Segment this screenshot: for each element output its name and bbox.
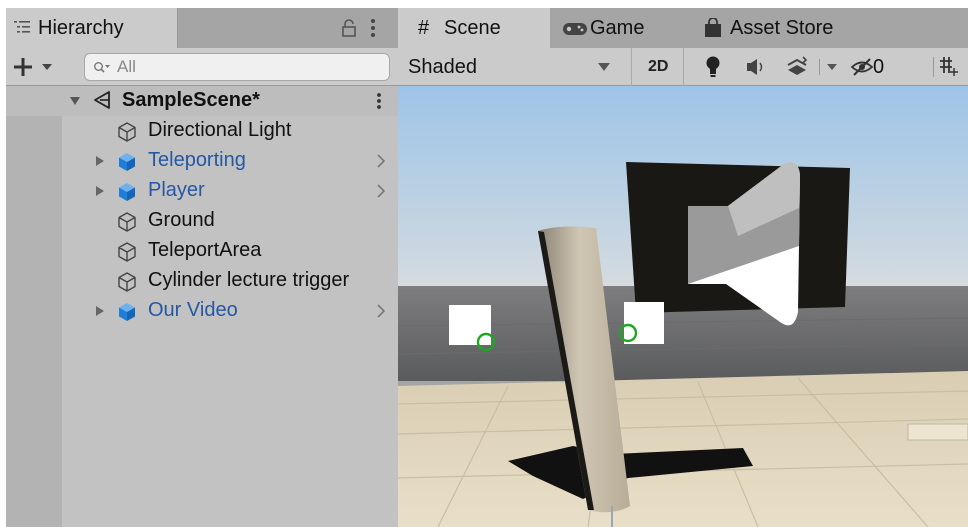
hierarchy-item-label: TeleportArea <box>148 239 262 261</box>
prefab-cube-icon <box>119 303 135 321</box>
hierarchy-item-label: Directional Light <box>148 119 292 141</box>
tab-game-label: Game <box>590 17 645 39</box>
hierarchy-tab-bar: Hierarchy <box>6 8 398 48</box>
teleport-marker-right <box>624 302 664 344</box>
collapsed-arrow-icon[interactable] <box>94 155 106 167</box>
gameobject-cube-icon <box>118 212 136 232</box>
hierarchy-item-label: Player <box>148 179 205 201</box>
hierarchy-item-cylinder-lecture-trigger[interactable]: Cylinder lecture trigger <box>6 266 398 296</box>
grid-hash-icon: # <box>418 17 430 39</box>
lock-icon[interactable] <box>341 19 357 37</box>
tab-scene-label: Scene <box>444 17 501 39</box>
hierarchy-item-label: Our Video <box>148 299 238 321</box>
eye-hidden-icon <box>850 58 874 76</box>
scene-options-icon[interactable] <box>376 92 382 110</box>
shading-mode-dropdown[interactable]: Shaded <box>398 48 632 86</box>
scene-viewport[interactable] <box>398 86 968 527</box>
hierarchy-item-ground[interactable]: Ground <box>6 206 398 236</box>
shopping-bag-icon <box>705 18 721 37</box>
hierarchy-search-box[interactable] <box>84 53 390 81</box>
scene-render <box>398 86 968 527</box>
expanded-arrow-icon[interactable] <box>69 95 81 107</box>
hierarchy-item-label: Cylinder lecture trigger <box>148 269 350 291</box>
hierarchy-item-teleporting[interactable]: Teleporting <box>6 146 398 176</box>
dropdown-arrow-icon <box>598 63 610 71</box>
hierarchy-item-label: Ground <box>148 209 215 231</box>
tab-asset-store-label: Asset Store <box>730 17 834 39</box>
prefab-cube-icon <box>119 183 135 201</box>
hierarchy-item-directional-light[interactable]: Directional Light <box>6 116 398 146</box>
lighting-toggle-icon[interactable] <box>696 48 730 86</box>
tab-scene[interactable]: # Scene <box>398 8 550 48</box>
scene-tab-bar: # Scene Game Asset Store <box>398 8 968 48</box>
gameobject-cube-icon <box>118 122 136 142</box>
hierarchy-list-icon <box>14 21 30 33</box>
add-object-button[interactable] <box>10 54 64 80</box>
effects-toggle-icon[interactable] <box>780 48 814 86</box>
toggle-2d-label: 2D <box>648 58 669 75</box>
chevron-right-icon[interactable] <box>376 184 386 198</box>
scene-panel: # Scene Game Asset Store Shaded 2D 0 <box>398 8 968 527</box>
hidden-objects-count: 0 <box>873 56 885 78</box>
toggle-2d-button[interactable]: 2D <box>638 48 684 86</box>
audio-toggle-icon[interactable] <box>738 48 772 86</box>
chevron-right-icon[interactable] <box>376 154 386 168</box>
scene-toolbar: Shaded 2D 0 <box>398 48 968 86</box>
effects-dropdown-icon[interactable] <box>816 48 846 86</box>
hierarchy-item-teleportarea[interactable]: TeleportArea <box>6 236 398 266</box>
tab-game[interactable]: Game <box>550 8 700 48</box>
hierarchy-tree: SampleScene* Directional Light Teleporti… <box>6 86 398 527</box>
hidden-objects-toggle[interactable]: 0 <box>848 48 904 86</box>
hierarchy-panel: Hierarchy All SampleScene* Directional L… <box>6 8 398 527</box>
tab-asset-store[interactable]: Asset Store <box>700 8 880 48</box>
hierarchy-toolbar <box>6 48 398 86</box>
search-icon <box>94 62 110 73</box>
ground-floor <box>398 371 968 527</box>
hierarchy-item-player[interactable]: Player <box>6 176 398 206</box>
unity-scene-icon <box>94 91 110 109</box>
gamepad-icon <box>563 23 587 35</box>
hierarchy-tab[interactable]: Hierarchy <box>6 8 178 48</box>
unity-editor-window: Hierarchy All SampleScene* Directional L… <box>6 8 968 527</box>
gameobject-cube-icon <box>118 272 136 292</box>
more-options-icon[interactable] <box>370 18 376 38</box>
prefab-cube-icon <box>119 153 135 171</box>
scene-name: SampleScene* <box>122 89 260 111</box>
shading-mode-value: Shaded <box>408 56 477 78</box>
chevron-right-icon[interactable] <box>376 304 386 318</box>
grid-toggle-icon[interactable] <box>932 48 962 86</box>
hierarchy-item-label: Teleporting <box>148 149 246 171</box>
collapsed-arrow-icon[interactable] <box>94 185 106 197</box>
hierarchy-tab-label: Hierarchy <box>38 17 124 39</box>
gameobject-cube-icon <box>118 242 136 262</box>
hierarchy-item-our-video[interactable]: Our Video <box>6 296 398 326</box>
scene-root-row[interactable]: SampleScene* <box>6 86 398 116</box>
search-input[interactable] <box>117 56 382 78</box>
teleport-marker-left <box>449 305 491 345</box>
collapsed-arrow-icon[interactable] <box>94 305 106 317</box>
